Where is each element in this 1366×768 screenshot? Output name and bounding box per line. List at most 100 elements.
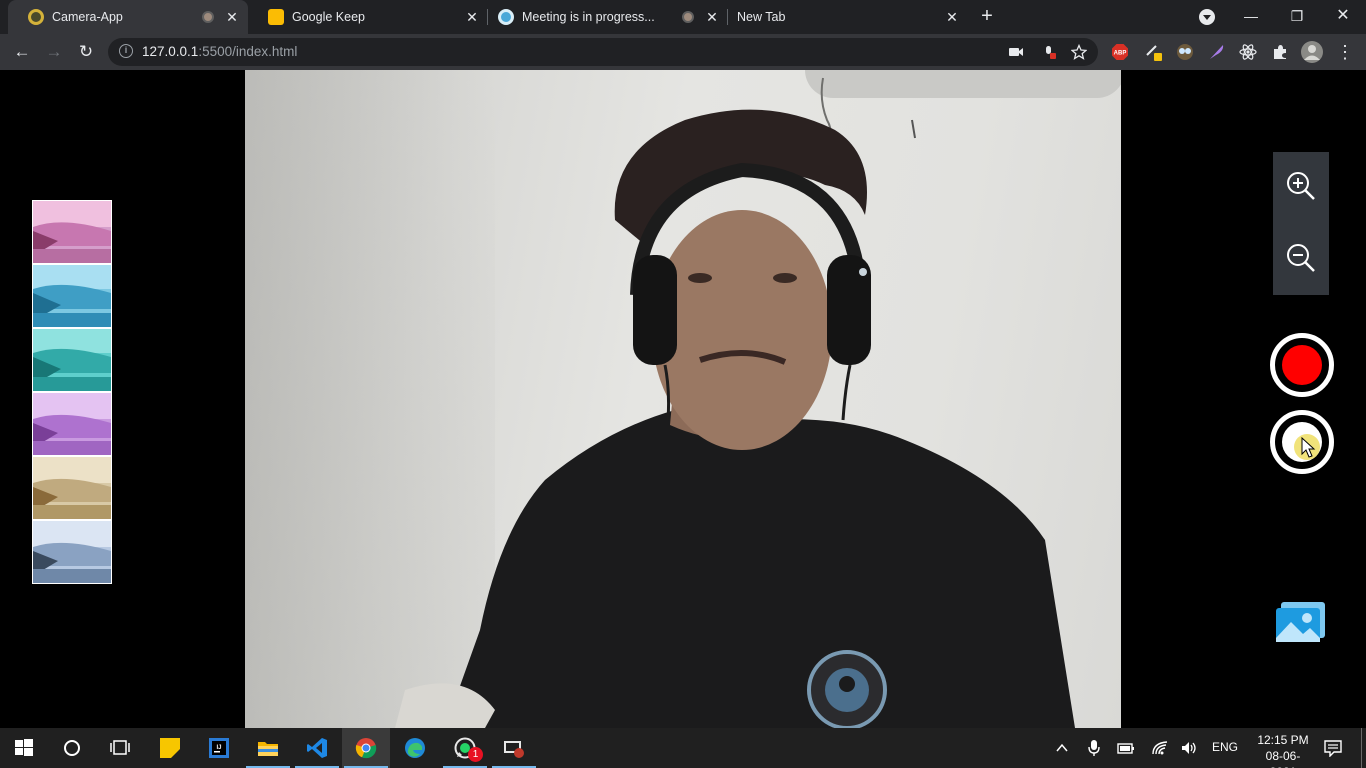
- taskbar-edge[interactable]: [391, 728, 439, 768]
- close-tab-icon[interactable]: ✕: [224, 9, 240, 25]
- intellij-icon: IJ: [209, 738, 229, 758]
- screen-recorder-icon: [504, 741, 524, 758]
- url-host: 127.0.0.1: [142, 44, 199, 59]
- filter-thumbnail-teal[interactable]: [33, 329, 111, 391]
- filter-preview-sepia: [33, 457, 111, 519]
- mic-blocked-icon[interactable]: [1041, 44, 1057, 60]
- filter-thumbnail-pink[interactable]: [33, 201, 111, 263]
- close-tab-icon[interactable]: ✕: [704, 9, 720, 25]
- task-view-button[interactable]: [96, 728, 144, 768]
- taskbar-vscode[interactable]: [293, 728, 341, 768]
- show-hidden-icons-icon[interactable]: [1055, 741, 1069, 755]
- taskbar-screen-recorder[interactable]: [490, 728, 538, 768]
- forward-arrow-icon[interactable]: →: [42, 40, 66, 64]
- close-tab-icon[interactable]: ✕: [464, 9, 480, 25]
- sticky-notes-icon: [160, 738, 180, 758]
- tab-title: New Tab: [737, 10, 786, 24]
- svg-text:ABP: ABP: [1114, 51, 1127, 57]
- tab-title: Google Keep: [292, 10, 365, 24]
- url-text: 127.0.0.1:5500/index.html: [142, 44, 297, 59]
- gallery-icon[interactable]: [1275, 600, 1327, 644]
- search-icon: [64, 740, 80, 756]
- start-icon: [15, 739, 33, 756]
- pen-icon[interactable]: [1144, 43, 1162, 61]
- tab-search-dropdown-icon[interactable]: [1199, 9, 1215, 25]
- site-info-icon[interactable]: i: [119, 44, 133, 58]
- quill-icon[interactable]: [1208, 43, 1226, 61]
- back-arrow-icon[interactable]: ←: [10, 40, 34, 64]
- show-desktop-button[interactable]: [1361, 728, 1362, 768]
- camera-video-feed: [245, 70, 1121, 728]
- filter-preview-cyan: [33, 265, 111, 327]
- action-center-icon[interactable]: [1324, 739, 1342, 757]
- vscode-icon: [307, 738, 327, 758]
- volume-icon[interactable]: [1181, 740, 1199, 756]
- taskbar-file-explorer[interactable]: [244, 728, 292, 768]
- close-window-button[interactable]: ✕: [1320, 0, 1366, 34]
- filter-strip: [32, 200, 112, 584]
- clock[interactable]: 12:15 PM 08-06-2021: [1253, 732, 1313, 768]
- url-path: :5500/index.html: [198, 44, 298, 59]
- tab-strip: Camera-App ✕ Google Keep ✕ Meeting is in…: [0, 0, 1366, 34]
- record-dot: [1282, 345, 1322, 385]
- wifi-icon[interactable]: [1151, 740, 1169, 756]
- microphone-icon[interactable]: [1087, 739, 1101, 757]
- language-indicator[interactable]: ENG: [1212, 740, 1238, 754]
- record-button[interactable]: [1270, 333, 1334, 397]
- person-in-video: [395, 77, 1075, 728]
- tab-google-keep[interactable]: Google Keep ✕: [248, 0, 488, 34]
- browser-menu-icon[interactable]: ⋮: [1333, 40, 1357, 64]
- filter-preview-lilac: [33, 393, 111, 455]
- battery-icon[interactable]: [1117, 740, 1135, 756]
- reader-icon[interactable]: [1176, 43, 1194, 61]
- filter-thumbnail-cyan[interactable]: [33, 265, 111, 327]
- filter-thumbnail-lilac[interactable]: [33, 393, 111, 455]
- google-keep-favicon: [268, 9, 284, 25]
- file-explorer-icon: [258, 742, 278, 756]
- filter-preview-teal: [33, 329, 111, 391]
- profile-avatar[interactable]: [1301, 41, 1323, 63]
- browser-toolbar: ← → ↻ i 127.0.0.1:5500/index.html ABP ⋮: [0, 34, 1366, 70]
- audio-playing-icon[interactable]: [682, 11, 694, 23]
- tab-meeting[interactable]: Meeting is in progress... ✕: [488, 0, 728, 34]
- svg-text:IJ: IJ: [216, 745, 221, 751]
- taskbar-intellij[interactable]: IJ: [195, 728, 243, 768]
- bookmark-star-icon[interactable]: [1071, 44, 1087, 60]
- start-button[interactable]: [0, 728, 48, 768]
- search-button[interactable]: [48, 728, 96, 768]
- edge-icon: [405, 738, 425, 758]
- minimize-button[interactable]: —: [1228, 0, 1274, 34]
- audio-playing-icon[interactable]: [202, 11, 214, 23]
- task-view-icon: [110, 740, 130, 755]
- puzzle-icon[interactable]: [1271, 43, 1289, 61]
- clock-date: 08-06-2021: [1265, 749, 1301, 768]
- mouse-cursor-icon: [1301, 437, 1316, 458]
- taskbar-sticky-notes[interactable]: [146, 728, 194, 768]
- chrome-icon: [355, 738, 377, 759]
- filter-preview-pink: [33, 201, 111, 263]
- adblock-icon[interactable]: ABP: [1111, 43, 1129, 61]
- restore-button[interactable]: ❐: [1274, 0, 1320, 34]
- new-tab-button[interactable]: +: [976, 6, 998, 28]
- address-bar[interactable]: i 127.0.0.1:5500/index.html: [108, 38, 1098, 66]
- camera-app-favicon: [28, 9, 44, 25]
- zoom-in-icon[interactable]: [1285, 170, 1317, 202]
- zoom-out-icon[interactable]: [1285, 242, 1317, 274]
- tab-camera-app[interactable]: Camera-App ✕: [8, 0, 248, 34]
- whatsapp-badge: 1: [468, 747, 483, 762]
- close-tab-icon[interactable]: ✕: [944, 9, 960, 25]
- clock-time: 12:15 PM: [1257, 733, 1309, 747]
- camera-app-page: [0, 70, 1366, 728]
- reload-icon[interactable]: ↻: [74, 40, 98, 64]
- tab-title: Meeting is in progress...: [522, 10, 655, 24]
- windows-taskbar: IJ 1 ENG 12:15 PM 08-06-: [0, 728, 1366, 768]
- camera-in-use-icon[interactable]: [1008, 44, 1024, 60]
- filter-preview-cool: [33, 521, 111, 583]
- react-icon[interactable]: [1239, 43, 1257, 61]
- taskbar-chrome[interactable]: [342, 728, 390, 768]
- filter-thumbnail-cool[interactable]: [33, 521, 111, 583]
- filter-thumbnail-sepia[interactable]: [33, 457, 111, 519]
- tab-title: Camera-App: [52, 10, 123, 24]
- tab-new-tab[interactable]: New Tab ✕: [728, 0, 968, 34]
- taskbar-whatsapp[interactable]: 1: [441, 728, 489, 768]
